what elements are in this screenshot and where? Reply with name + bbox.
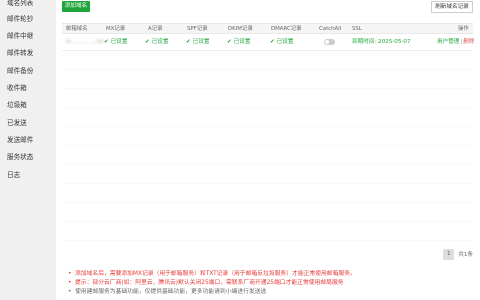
check-icon: ✔ [270,39,275,45]
sidebar: 域名列表 邮件轮抄 邮件中继 邮件转发 邮件备份 收件箱 垃圾箱 已发送 发送邮… [0,0,56,300]
header-domain: 邮箱域名 [66,26,88,32]
sidebar-item-service-status[interactable]: 服务状态 [0,148,56,167]
dkim-status: ✔ 已设置 [227,39,251,45]
header-dmarc: DMARC记录 [271,26,302,32]
tip-item: 提示：部分云厂商(如：阿里云、腾讯云)默认关闭25端口，需联系厂商开通25端口才… [68,279,468,288]
check-icon: ✔ [186,39,191,45]
delete-link[interactable]: 删除 [463,39,474,45]
header-actions: 操作 [458,26,469,32]
check-icon: ✔ [227,39,232,45]
domain-name: kl..............ret [66,39,104,45]
main-panel: 添加域名 刷新域名记录 邮箱域名 MX记录 A记录 SPF记录 DKIM记录 D… [56,0,480,300]
user-management-link[interactable]: 用户管理 [437,39,459,45]
sidebar-item-logs[interactable]: 日志 [0,166,56,185]
header-spf: SPF记录 [187,26,208,32]
table-row: kl..............ret ✔ 已设置 ✔ 已设置 ✔ 已设置 ✔ 已设置 … [62,34,474,51]
pagination: 1 共1条 [443,248,473,260]
header-a: A记录 [148,26,163,32]
background-overlay [62,51,473,241]
header-dkim: DKIM记录 [228,26,253,32]
check-icon: ✔ [145,39,150,45]
check-icon: ✔ [104,39,109,45]
tip-item: 添加域名后，需要添加MX记录（用于邮箱服务）和TXT记录（用于邮箱反垃圾服务）才… [68,270,468,279]
row-actions: 用户管理|删除 [437,34,474,50]
a-status: ✔ 已设置 [145,39,169,45]
tips-list: 添加域名后，需要添加MX记录（用于邮箱服务）和TXT记录（用于邮箱反垃圾服务）才… [68,270,468,297]
add-domain-button[interactable]: 添加域名 [62,1,90,12]
tip-item: 使用建邮服务为基础功能，仅提供基础功能，更多功能请到小编进行发送选 [68,288,468,297]
domain-table: 邮箱域名 MX记录 A记录 SPF记录 DKIM记录 DMARC记录 Catch… [62,23,474,51]
sidebar-item-mail-forward[interactable]: 邮件转发 [0,44,56,63]
page-total: 共1条 [458,252,473,258]
dmarc-status: ✔ 已设置 [270,39,294,45]
spf-status: ✔ 已设置 [186,39,210,45]
refresh-domain-records-button[interactable]: 刷新域名记录 [431,1,473,13]
table-header: 邮箱域名 MX记录 A记录 SPF记录 DKIM记录 DMARC记录 Catch… [62,23,473,34]
mx-status: ✔ 已设置 [104,39,128,45]
action-separator: | [460,39,463,45]
catchall-toggle[interactable] [324,39,335,45]
header-catchall: CatchAll [319,26,342,32]
page-number[interactable]: 1 [443,248,455,260]
header-mx: MX记录 [106,26,126,32]
sidebar-item-spam[interactable]: 垃圾箱 [0,96,56,115]
ssl-expiry: 到期时间: 2025-05-07 [352,39,411,45]
header-ssl: SSL [352,26,362,32]
